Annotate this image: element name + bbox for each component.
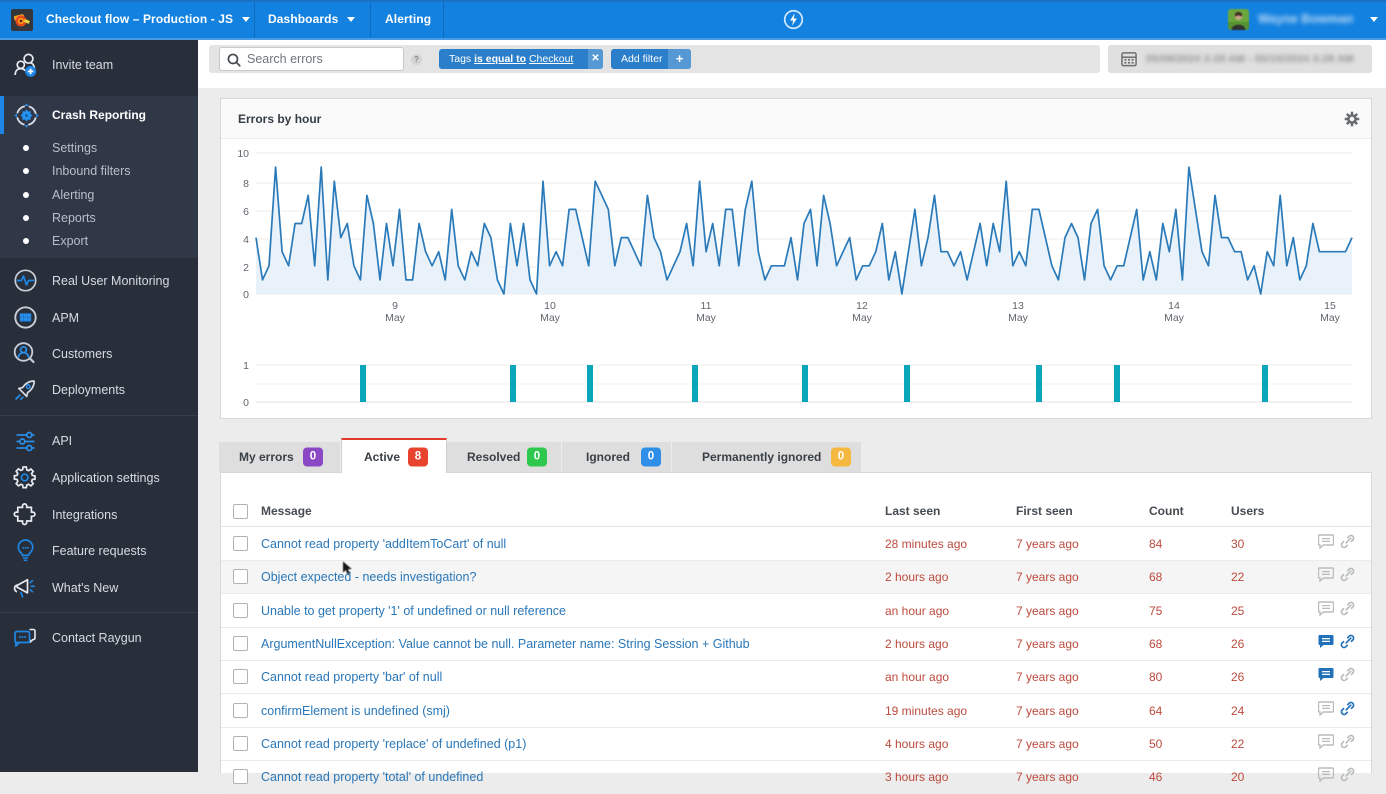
svg-text:4: 4 [243, 234, 249, 246]
svg-text:May: May [1320, 312, 1341, 324]
svg-text:13: 13 [1012, 300, 1024, 312]
svg-text:10: 10 [237, 148, 249, 160]
svg-text:12: 12 [856, 300, 868, 312]
svg-text:1: 1 [243, 360, 249, 372]
svg-text:8: 8 [243, 178, 249, 190]
svg-text:15: 15 [1324, 300, 1336, 312]
svg-text:10: 10 [544, 300, 556, 312]
svg-text:May: May [540, 312, 561, 324]
svg-text:May: May [385, 312, 406, 324]
svg-text:9: 9 [392, 300, 398, 312]
svg-text:May: May [696, 312, 717, 324]
svg-text:14: 14 [1168, 300, 1180, 312]
svg-text:May: May [852, 312, 873, 324]
svg-text:May: May [1008, 312, 1029, 324]
svg-text:11: 11 [701, 300, 712, 312]
svg-text:May: May [1164, 312, 1185, 324]
svg-text:6: 6 [243, 206, 249, 218]
svg-text:0: 0 [243, 397, 249, 409]
svg-text:2: 2 [243, 262, 249, 274]
svg-text:0: 0 [243, 289, 249, 301]
